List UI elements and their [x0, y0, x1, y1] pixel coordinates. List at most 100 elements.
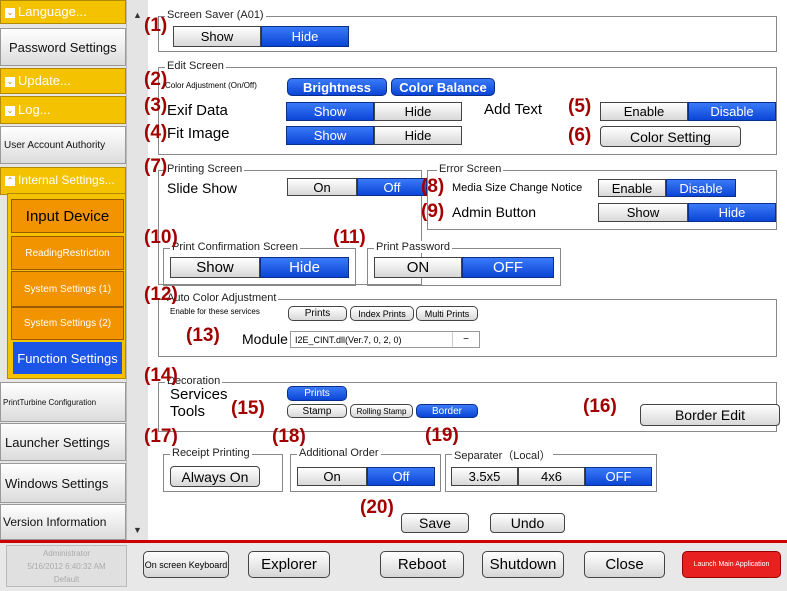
user-info-box: Administrator 5/16/2012 6:40:32 AM Defau… [6, 545, 127, 587]
sidebar-item-version-information[interactable]: Version Information [0, 504, 126, 540]
print-confirmation-show-button[interactable]: Show [170, 257, 260, 278]
screen-saver-show-button[interactable]: Show [173, 26, 261, 47]
group-title: Printing Screen [165, 163, 245, 175]
sidebar-item-label: Internal Settings... [18, 173, 115, 187]
sidebar-item-label: Function Settings [17, 350, 118, 366]
auto-color-index-prints-button[interactable]: Index Prints [350, 306, 414, 321]
color-balance-button[interactable]: Color Balance [391, 78, 495, 96]
dropdown-arrow-icon[interactable]: − [452, 332, 479, 347]
sidebar-item-system-settings-1[interactable]: System Settings (1) [11, 271, 124, 307]
color-setting-button[interactable]: Color Setting [600, 126, 741, 147]
sidebar-item-internal-settings[interactable]: ⌃ Internal Settings... [0, 167, 126, 195]
separater-3-5x5-button[interactable]: 3.5x5 [451, 467, 518, 486]
media-notice-disable-button[interactable]: Disable [666, 179, 736, 197]
sidebar-item-label: Version Information [3, 515, 107, 529]
sidebar-item-windows-settings[interactable]: Windows Settings [0, 463, 126, 503]
on-screen-keyboard-button[interactable]: On screen Keyboard [143, 551, 229, 578]
auto-color-prints-button[interactable]: Prints [288, 306, 347, 321]
profile-name: Default [53, 575, 80, 584]
rolling-stamp-button[interactable]: Rolling Stamp [350, 404, 413, 418]
sidebar-item-log[interactable]: ⌄ Log... [0, 96, 126, 124]
media-notice-enable-button[interactable]: Enable [598, 179, 666, 197]
separater-4x6-button[interactable]: 4x6 [518, 467, 585, 486]
sidebar-item-reading-restriction[interactable]: ReadingRestriction [11, 236, 124, 270]
sidebar-item-language[interactable]: ⌄ Language... [0, 0, 126, 24]
callout-14: (14) [144, 365, 178, 386]
group-title: Edit Screen [165, 60, 226, 72]
additional-order-on-button[interactable]: On [297, 467, 367, 486]
scroll-up-icon[interactable]: ▲ [133, 10, 142, 20]
fit-image-hide-button[interactable]: Hide [374, 126, 462, 145]
save-button[interactable]: Save [401, 513, 469, 533]
print-password-on-button[interactable]: ON [374, 257, 462, 278]
color-adjustment-label: Color Adjustment (On/Off) [165, 81, 257, 90]
launch-main-application-button[interactable]: Launch Main Application [682, 551, 781, 578]
group-title: Print Password [374, 241, 452, 253]
sidebar-item-label: Password Settings [9, 39, 117, 55]
add-text-enable-button[interactable]: Enable [600, 102, 688, 121]
add-text-disable-button[interactable]: Disable [688, 102, 776, 121]
stamp-button[interactable]: Stamp [287, 404, 347, 418]
decoration-prints-button[interactable]: Prints [287, 386, 347, 401]
services-label: Services [170, 386, 228, 403]
brightness-button[interactable]: Brightness [287, 78, 387, 96]
sidebar-item-launcher-settings[interactable]: Launcher Settings [0, 423, 126, 461]
slide-show-off-button[interactable]: Off [357, 178, 427, 196]
callout-16: (16) [583, 396, 617, 417]
sidebar-item-password-settings[interactable]: Password Settings [0, 28, 126, 66]
admin-button-show-button[interactable]: Show [598, 203, 688, 222]
sidebar-item-printturbine-configuration[interactable]: PrintTurbine Configuration [0, 382, 126, 422]
callout-4: (4) [144, 122, 168, 143]
print-confirmation-hide-button[interactable]: Hide [260, 257, 349, 278]
callout-2: (2) [144, 69, 168, 90]
admin-button-hide-button[interactable]: Hide [688, 203, 776, 222]
shutdown-button[interactable]: Shutdown [482, 551, 564, 578]
group-title: Screen Saver (A01) [165, 9, 266, 21]
module-select-value: I2E_CINT.dll(Ver.7, 0, 2, 0) [295, 334, 402, 345]
group-title: Auto Color Adjustment [165, 292, 279, 304]
callout-7: (7) [144, 156, 168, 177]
sidebar-item-label: User Account Authority [4, 139, 106, 151]
separater-off-button[interactable]: OFF [585, 467, 652, 486]
border-button[interactable]: Border [416, 404, 478, 418]
print-password-off-button[interactable]: OFF [462, 257, 554, 278]
slide-show-on-button[interactable]: On [287, 178, 357, 196]
sidebar-item-update[interactable]: ⌄ Update... [0, 68, 126, 94]
callout-3: (3) [144, 95, 168, 116]
media-size-change-notice-label: Media Size Change Notice [452, 182, 583, 194]
callout-20: (20) [360, 497, 394, 518]
sidebar-item-label: Language... [18, 4, 87, 19]
sidebar-item-user-account-authority[interactable]: User Account Authority [0, 126, 126, 164]
explorer-button[interactable]: Explorer [248, 551, 330, 578]
group-title: Receipt Printing [170, 447, 252, 459]
slide-show-label: Slide Show [167, 180, 238, 196]
add-text-label: Add Text [484, 101, 543, 118]
close-button[interactable]: Close [584, 551, 665, 578]
callout-10: (10) [144, 227, 178, 248]
exif-hide-button[interactable]: Hide [374, 102, 462, 121]
sidebar-item-function-settings[interactable]: Function Settings [11, 340, 124, 376]
sidebar-item-input-device[interactable]: Input Device [11, 199, 124, 233]
group-title: Error Screen [437, 163, 504, 175]
reboot-button[interactable]: Reboot [380, 551, 464, 578]
user-name: Administrator [42, 549, 91, 558]
module-select[interactable]: I2E_CINT.dll(Ver.7, 0, 2, 0) − [290, 331, 480, 348]
sidebar-item-label: PrintTurbine Configuration [3, 397, 97, 407]
sidebar-item-label: ReadingRestriction [25, 247, 110, 259]
chevron-down-icon: ⌄ [5, 77, 15, 87]
exif-show-button[interactable]: Show [286, 102, 374, 121]
scroll-down-icon[interactable]: ▼ [133, 525, 142, 535]
fit-image-label: Fit Image [167, 125, 230, 142]
screen-saver-hide-button[interactable]: Hide [261, 26, 349, 47]
group-title: Additional Order [297, 447, 381, 459]
additional-order-off-button[interactable]: Off [367, 467, 435, 486]
border-edit-button[interactable]: Border Edit [640, 404, 780, 426]
always-on-button[interactable]: Always On [170, 466, 260, 487]
callout-12: (12) [144, 284, 178, 305]
enable-services-label: Enable for these services [170, 307, 260, 316]
exif-data-label: Exif Data [167, 102, 228, 119]
auto-color-multi-prints-button[interactable]: Multi Prints [416, 306, 478, 321]
sidebar-item-system-settings-2[interactable]: System Settings (2) [11, 307, 124, 340]
fit-image-show-button[interactable]: Show [286, 126, 374, 145]
undo-button[interactable]: Undo [490, 513, 565, 533]
